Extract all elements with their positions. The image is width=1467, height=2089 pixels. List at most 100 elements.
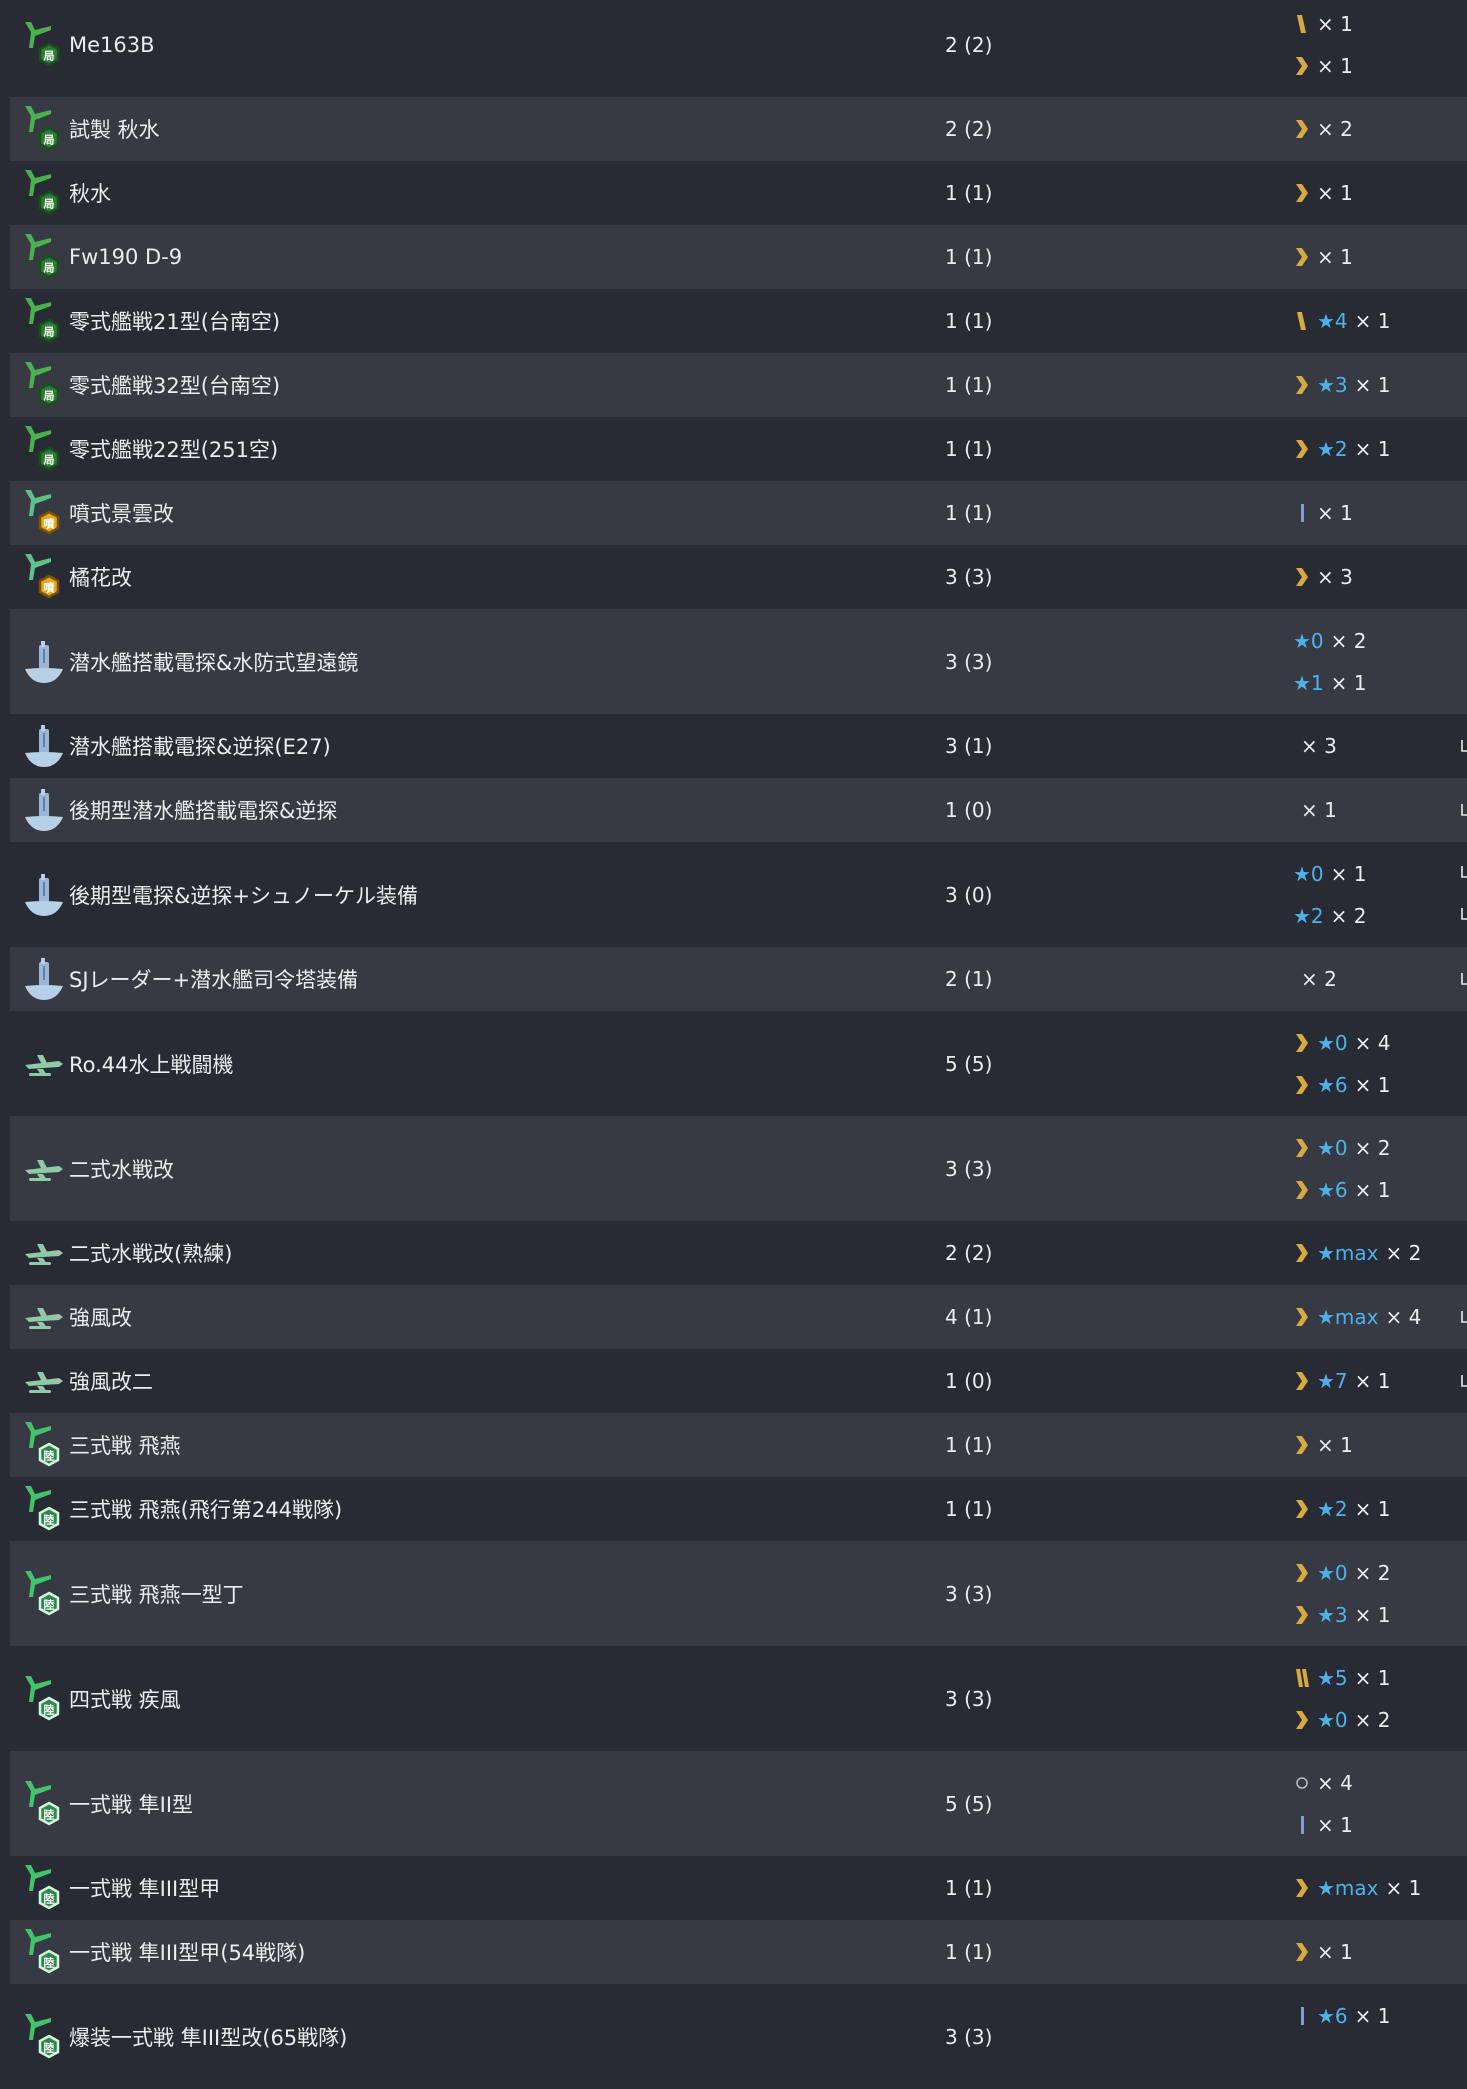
army-fighter-icon-kyoku: 局 xyxy=(21,296,67,346)
quantity-multiplier: × 2 xyxy=(1301,967,1337,991)
table-row[interactable]: 局 零式艦戦32型(台南空) 1 (1) ★3 × 1 xyxy=(10,353,1467,417)
quantity-multiplier: × 1 xyxy=(1354,437,1391,461)
bar-icon xyxy=(1293,502,1311,524)
improvement-star: ★6 xyxy=(1317,1177,1348,1202)
improvement-star: ★2 xyxy=(1293,903,1324,928)
truncated-column-mark xyxy=(1460,738,1467,754)
svg-text:陸: 陸 xyxy=(44,1449,55,1463)
army-fighter-icon-riku: 陸 xyxy=(21,1420,67,1470)
table-row[interactable]: 二式水戦改(熟練) 2 (2) ★max × 2 xyxy=(10,1221,1467,1285)
proficiency-line: × 2 xyxy=(1293,108,1353,150)
proficiency-line: ★3 × 1 xyxy=(1293,364,1391,406)
proficiency-list: ★7 × 1 xyxy=(1293,1360,1391,1402)
table-row[interactable]: 陸一式戦 隼II型 5 (5) × 4 × 1 xyxy=(10,1751,1467,1856)
army-fighter-icon-kyoku: 局 xyxy=(21,360,67,410)
table-row[interactable]: 陸四式戦 疾風 3 (3) ★5 × 1 ★0 × 2 xyxy=(10,1646,1467,1751)
army-fighter-icon-kyoku: 局 xyxy=(21,104,67,154)
table-row[interactable]: SJレーダー+潜水艦司令塔装備 2 (1) × 2 xyxy=(10,947,1467,1011)
equipment-name: Ro.44水上戦闘機 xyxy=(69,1052,234,1077)
truncated-column-mark xyxy=(1460,1309,1467,1325)
equipment-list: 局 Me163B 2 (2) × 1 × 1 局試製 秋水 2 (2) × 2 局秋水 1 (1)… xyxy=(10,0,1467,2089)
improvement-star: ★1 xyxy=(1293,670,1324,695)
table-row[interactable]: 強風改二 1 (0) ★7 × 1 xyxy=(10,1349,1467,1413)
table-row[interactable]: 後期型電探&逆探+シュノーケル装備 3 (0) ★0 × 1 ★2 × 2 xyxy=(10,842,1467,947)
proficiency-list: × 2 xyxy=(1293,108,1353,150)
table-row[interactable]: 陸一式戦 隼III型甲 1 (1) ★max × 1 xyxy=(10,1856,1467,1920)
proficiency-line: ★max × 4 xyxy=(1293,1296,1421,1338)
improvement-star: ★max xyxy=(1317,1305,1379,1329)
equipment-count: 3 (0) xyxy=(945,882,993,907)
svg-text:噴: 噴 xyxy=(44,581,55,595)
proficiency-list: ★max × 1 xyxy=(1293,1867,1421,1909)
quantity-multiplier: × 1 xyxy=(1317,245,1353,269)
equipment-name: 零式艦戦22型(251空) xyxy=(69,438,279,462)
equipment-count: 1 (0) xyxy=(945,798,993,822)
chevron-icon xyxy=(1293,1941,1311,1963)
table-row[interactable]: 陸三式戦 飛燕 1 (1) × 1 xyxy=(10,1413,1467,1477)
equipment-count: 3 (3) xyxy=(945,2024,993,2049)
proficiency-line: ★0 × 4 xyxy=(1293,1022,1391,1064)
table-row[interactable]: Ro.44水上戦闘機 5 (5) ★0 × 4 ★6 × 1 xyxy=(10,1011,1467,1116)
equipment-name: 橘花改 xyxy=(69,566,132,590)
svg-text:陸: 陸 xyxy=(44,1892,55,1906)
table-row[interactable]: 噴橘花改 3 (3) × 3 xyxy=(10,545,1467,609)
table-row[interactable]: 強風改 4 (1) ★max × 4 xyxy=(10,1285,1467,1349)
table-row[interactable]: 陸三式戦 飛燕(飛行第244戦隊) 1 (1) ★2 × 1 xyxy=(10,1477,1467,1541)
chevron-icon xyxy=(1293,182,1311,204)
improvement-star: ★max xyxy=(1317,1241,1379,1265)
slash-1-icon xyxy=(1293,310,1311,332)
quantity-multiplier: × 1 xyxy=(1385,1876,1422,1900)
equipment-count: 3 (3) xyxy=(945,565,993,589)
bar-icon xyxy=(1293,1814,1311,1836)
quantity-multiplier: × 1 xyxy=(1330,861,1367,886)
table-row[interactable]: 二式水戦改 3 (3) ★0 × 2 ★6 × 1 xyxy=(10,1116,1467,1221)
equipment-name: 強風改 xyxy=(69,1306,132,1330)
table-row[interactable]: 局 試製 秋水 2 (2) × 2 xyxy=(10,97,1467,161)
equipment-count: 3 (1) xyxy=(945,734,993,758)
table-row[interactable]: 陸三式戦 飛燕一型丁 3 (3) ★0 × 2 ★3 × 1 xyxy=(10,1541,1467,1646)
equipment-count: 1 (1) xyxy=(945,245,993,269)
table-row[interactable]: 局 零式艦戦22型(251空) 1 (1) ★2 × 1 xyxy=(10,417,1467,481)
equipment-name: 四式戦 疾風 xyxy=(69,1687,181,1712)
chevron-icon xyxy=(1293,246,1311,268)
proficiency-line: ★0 × 1 xyxy=(1293,853,1367,895)
improvement-star: ★2 xyxy=(1317,1497,1348,1521)
table-row[interactable]: 陸爆装一式戦 隼III型改(65戦隊) 3 (3) ★6 × 1 xyxy=(10,1984,1467,2089)
proficiency-list: × 4 × 1 xyxy=(1293,1762,1353,1846)
proficiency-list: × 1 xyxy=(1293,172,1353,214)
quantity-multiplier: × 2 xyxy=(1330,628,1367,653)
table-row[interactable]: 局 Me163B 2 (2) × 1 × 1 xyxy=(10,0,1467,97)
proficiency-list: ★max × 2 xyxy=(1293,1232,1421,1274)
proficiency-list: × 1 xyxy=(1293,492,1353,534)
equipment-name: 一式戦 隼III型甲 xyxy=(69,1877,221,1901)
equipment-name: 零式艦戦21型(台南空) xyxy=(69,310,281,334)
table-row[interactable]: 局 零式艦戦21型(台南空) 1 (1) ★4 × 1 xyxy=(10,289,1467,353)
svg-text:局: 局 xyxy=(43,390,55,403)
chevron-icon xyxy=(1293,1434,1311,1456)
quantity-multiplier: × 2 xyxy=(1354,1560,1391,1585)
seaplane-fighter-icon xyxy=(21,1292,67,1342)
table-row[interactable]: 潜水艦搭載電探&水防式望遠鏡 3 (3) ★0 × 2 ★1 × 1 xyxy=(10,609,1467,714)
table-row[interactable]: 局 秋水 1 (1) × 1 xyxy=(10,161,1467,225)
equipment-count: 1 (1) xyxy=(945,1433,993,1457)
table-row[interactable]: 局 Fw190 D-9 1 (1) × 1 xyxy=(10,225,1467,289)
proficiency-line: ★0 × 2 xyxy=(1293,1699,1391,1741)
improvement-star: ★3 xyxy=(1317,373,1348,397)
proficiency-line: ★2 × 1 xyxy=(1293,428,1391,470)
table-row[interactable]: 噴噴式景雲改 1 (1) × 1 xyxy=(10,481,1467,545)
proficiency-line: ★0 × 2 xyxy=(1293,1552,1391,1594)
svg-text:局: 局 xyxy=(43,198,55,211)
table-row[interactable]: 陸一式戦 隼III型甲(54戦隊) 1 (1) × 1 xyxy=(10,1920,1467,1984)
equipment-name: 一式戦 隼II型 xyxy=(69,1792,194,1817)
proficiency-line: ★max × 2 xyxy=(1293,1232,1421,1274)
table-row[interactable]: 後期型潜水艦搭載電探&逆探 1 (0) × 1 xyxy=(10,778,1467,842)
proficiency-line: ★5 × 1 xyxy=(1293,1657,1391,1699)
proficiency-line xyxy=(1293,2037,1391,2079)
equipment-count: 3 (3) xyxy=(945,649,993,674)
equipment-count: 5 (5) xyxy=(945,1791,993,1816)
table-row[interactable]: 潜水艦搭載電探&逆探(E27) 3 (1) × 3 xyxy=(10,714,1467,778)
svg-text:陸: 陸 xyxy=(44,1513,55,1527)
seaplane-fighter-icon xyxy=(21,1228,67,1278)
submarine-radar-icon xyxy=(21,785,67,835)
truncated-column-mark xyxy=(1460,864,1467,880)
